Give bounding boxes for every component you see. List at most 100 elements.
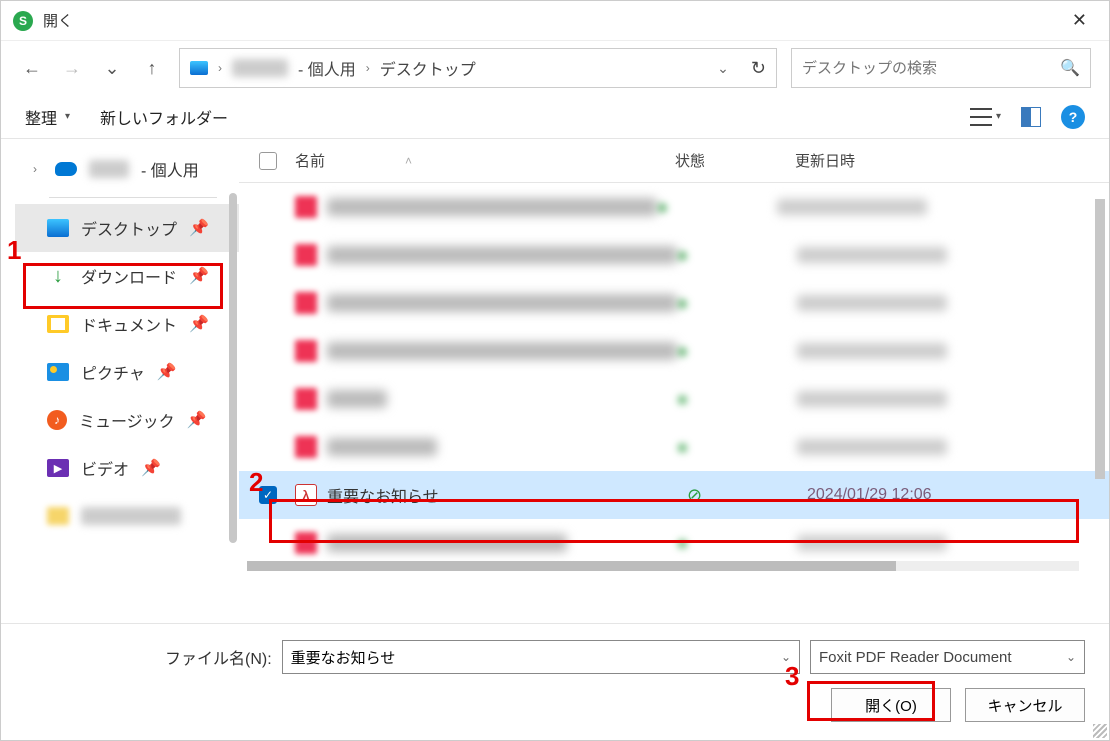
filename-input[interactable]: 重要なお知らせ ⌄ (282, 640, 800, 674)
pin-icon[interactable]: 📌 (189, 218, 209, 238)
help-button[interactable]: ? (1061, 105, 1085, 129)
new-folder-button[interactable]: 新しいフォルダー (100, 105, 228, 129)
file-row-blurred[interactable]: x●x (239, 375, 1109, 423)
sidebar-item-downloads[interactable]: ↓ ダウンロード 📌 (15, 252, 239, 300)
location-icon (190, 61, 208, 75)
file-state-synced-icon: ⊘ (687, 485, 807, 506)
search-box[interactable]: 🔍 (791, 48, 1091, 88)
file-pane: 名前 ˄ 状態 更新日時 x●x x●x x●x x●x x●x x●x ✓ 重… (239, 139, 1109, 623)
file-icon (295, 532, 317, 554)
pdf-icon (295, 484, 317, 506)
onedrive-icon (55, 162, 77, 176)
file-icon (295, 244, 317, 266)
recent-dropdown[interactable]: ⌄ (99, 55, 125, 81)
sidebar-onedrive[interactable]: › xxx - 個人用 (15, 147, 239, 191)
pin-icon[interactable]: 📌 (189, 314, 209, 334)
breadcrumb[interactable]: › xxxx - 個人用 › デスクトップ ⌄ ↻ (179, 48, 777, 88)
filename-label: ファイル名(N): (165, 645, 272, 669)
chevron-icon: › (366, 61, 370, 75)
sidebar-item-documents[interactable]: ドキュメント 📌 (15, 300, 239, 348)
file-list-header: 名前 ˄ 状態 更新日時 (239, 139, 1109, 183)
refresh-button[interactable]: ↻ (751, 58, 766, 79)
pin-icon[interactable]: 📌 (157, 362, 177, 382)
file-row-blurred[interactable]: x●x (239, 231, 1109, 279)
sidebar-item-blurred[interactable]: xxxxxxxx (15, 492, 239, 540)
file-row-selected[interactable]: ✓ 重要なお知らせ ⊘ 2024/01/29 12:06 (239, 471, 1109, 519)
scrollbar-thumb[interactable] (247, 561, 896, 571)
sidebar-item-videos[interactable]: ▶ ビデオ 📌 (15, 444, 239, 492)
file-row-blurred[interactable]: x●x (239, 423, 1109, 471)
horizontal-scrollbar[interactable] (247, 561, 1079, 571)
file-date: 2024/01/29 12:06 (807, 486, 1089, 504)
file-icon (295, 436, 317, 458)
sidebar: › xxx - 個人用 デスクトップ 📌 ↓ ダウンロード 📌 ドキュメント 📌 (1, 139, 239, 623)
forward-button[interactable]: → (59, 55, 85, 81)
music-icon: ♪ (47, 410, 67, 430)
sidebar-item-label: ミュージック (79, 408, 175, 432)
app-icon: S (13, 11, 33, 31)
sidebar-scrollbar[interactable] (229, 193, 237, 543)
column-date[interactable]: 更新日時 (795, 150, 1089, 171)
titlebar: S 開く ✕ (1, 1, 1109, 41)
downloads-icon: ↓ (47, 267, 69, 285)
sidebar-onedrive-suffix: - 個人用 (141, 157, 199, 181)
sidebar-item-label: ダウンロード (81, 264, 177, 288)
expand-icon[interactable]: › (33, 162, 43, 176)
breadcrumb-dropdown[interactable]: ⌄ (717, 60, 729, 77)
cancel-button[interactable]: キャンセル (965, 688, 1085, 722)
sidebar-item-label: ピクチャ (81, 360, 145, 384)
breadcrumb-user-blurred: xxxx (232, 59, 288, 77)
sidebar-item-desktop[interactable]: デスクトップ 📌 (15, 204, 239, 252)
column-name[interactable]: 名前 ˄ (295, 150, 675, 171)
column-state[interactable]: 状態 (675, 150, 795, 171)
file-icon (295, 292, 317, 314)
desktop-icon (47, 219, 69, 237)
file-row-blurred[interactable]: x●x (239, 327, 1109, 375)
up-button[interactable]: ↑ (139, 55, 165, 81)
search-icon[interactable]: 🔍 (1060, 58, 1080, 78)
chevron-icon: › (218, 61, 222, 75)
open-button[interactable]: 開く(O) (831, 688, 951, 722)
pin-icon[interactable]: 📌 (189, 266, 209, 286)
file-icon (295, 340, 317, 362)
file-name: 重要なお知らせ (327, 483, 687, 507)
organize-menu[interactable]: 整理 (25, 105, 70, 129)
file-row-blurred[interactable]: x●x (239, 519, 1109, 567)
sidebar-item-pictures[interactable]: ピクチャ 📌 (15, 348, 239, 396)
toolbar: 整理 新しいフォルダー ▾ ? (1, 95, 1109, 139)
sidebar-separator (49, 197, 217, 198)
pin-icon[interactable]: 📌 (141, 458, 161, 478)
close-button[interactable]: ✕ (1062, 6, 1097, 35)
file-checkbox[interactable]: ✓ (259, 486, 277, 504)
dropdown-icon[interactable]: ⌄ (781, 650, 791, 664)
dropdown-icon: ⌄ (1066, 650, 1076, 664)
select-all-checkbox[interactable] (259, 152, 277, 170)
back-button[interactable]: ← (19, 55, 45, 81)
sidebar-item-label: デスクトップ (81, 216, 177, 240)
vertical-scrollbar[interactable] (1095, 199, 1105, 479)
resize-grip[interactable] (1093, 724, 1107, 738)
sidebar-item-label: ビデオ (81, 456, 129, 480)
documents-icon (47, 315, 69, 333)
sidebar-item-label-blurred: xxxxxxxx (81, 507, 181, 525)
sidebar-item-label: ドキュメント (81, 312, 177, 336)
dialog-body: › xxx - 個人用 デスクトップ 📌 ↓ ダウンロード 📌 ドキュメント 📌 (1, 139, 1109, 623)
sidebar-item-music[interactable]: ♪ ミュージック 📌 (15, 396, 239, 444)
sidebar-user-blurred: xxx (89, 160, 129, 178)
pin-icon[interactable]: 📌 (187, 410, 207, 430)
videos-icon: ▶ (47, 459, 69, 477)
breadcrumb-user-suffix: - 個人用 (298, 56, 356, 80)
filetype-select[interactable]: Foxit PDF Reader Document ⌄ (810, 640, 1085, 674)
window-title: 開く (43, 10, 73, 31)
file-row-blurred[interactable]: x●x (239, 279, 1109, 327)
breadcrumb-location: デスクトップ (380, 56, 476, 80)
file-row-blurred[interactable]: x●x (239, 183, 1109, 231)
sort-indicator-icon: ˄ (405, 154, 412, 168)
open-dialog: S 開く ✕ ← → ⌄ ↑ › xxxx - 個人用 › デスクトップ ⌄ ↻… (0, 0, 1110, 741)
file-icon (295, 388, 317, 410)
preview-pane-button[interactable] (1021, 107, 1041, 127)
search-input[interactable] (802, 60, 1060, 77)
folder-icon-blurred (47, 507, 69, 525)
view-menu[interactable]: ▾ (970, 108, 1001, 126)
file-list: x●x x●x x●x x●x x●x x●x ✓ 重要なお知らせ ⊘ 2024… (239, 183, 1109, 567)
